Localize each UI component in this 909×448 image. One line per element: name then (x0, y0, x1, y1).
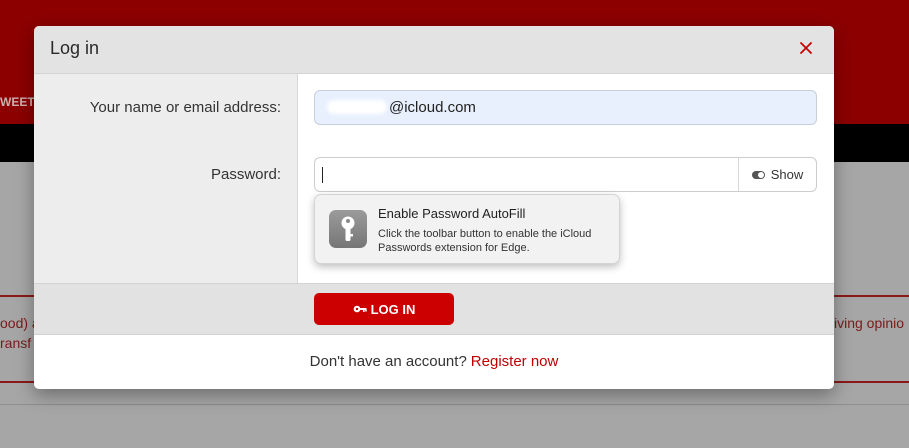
toggle-icon (751, 170, 765, 179)
autofill-title: Enable Password AutoFill (378, 206, 526, 221)
modal-header: Log in (34, 26, 834, 74)
close-icon[interactable] (796, 38, 816, 58)
redacted-username (327, 100, 387, 114)
register-link[interactable]: Register now (471, 353, 559, 370)
show-password-label: Show (770, 167, 804, 182)
text-caret (322, 167, 323, 183)
show-password-button[interactable]: Show (738, 158, 816, 191)
form-field-column: @icloud.com Show Enable Password AutoFil… (298, 74, 834, 283)
form-label-column: Your name or email address: Password: (34, 74, 298, 283)
form-actions: LOG IN (34, 283, 834, 335)
email-label: Your name or email address: (89, 99, 281, 116)
background-text-fragment: iving opinio (834, 315, 905, 331)
password-field[interactable] (315, 158, 738, 191)
background-text-fragment: ransf (0, 335, 32, 351)
key-icon (353, 304, 367, 314)
login-modal: Log in Your name or email address: Passw… (34, 26, 834, 389)
register-row: Don't have an account? Register now (34, 335, 834, 388)
password-field-wrapper: Show (314, 157, 817, 192)
login-button[interactable]: LOG IN (314, 293, 454, 325)
login-form: Your name or email address: Password: @i… (34, 74, 834, 283)
password-label: Password: (210, 166, 281, 183)
password-autofill-popup[interactable]: Enable Password AutoFill Click the toolb… (314, 194, 620, 264)
autofill-description: Click the toolbar button to enable the i… (378, 228, 592, 254)
modal-title: Log in (50, 38, 100, 58)
email-field[interactable]: @icloud.com (314, 90, 817, 125)
register-prompt: Don't have an account? (309, 353, 467, 370)
email-value: @icloud.com (389, 99, 476, 116)
background-divider (0, 404, 909, 405)
login-button-label: LOG IN (370, 301, 416, 317)
key-icon (329, 210, 367, 248)
